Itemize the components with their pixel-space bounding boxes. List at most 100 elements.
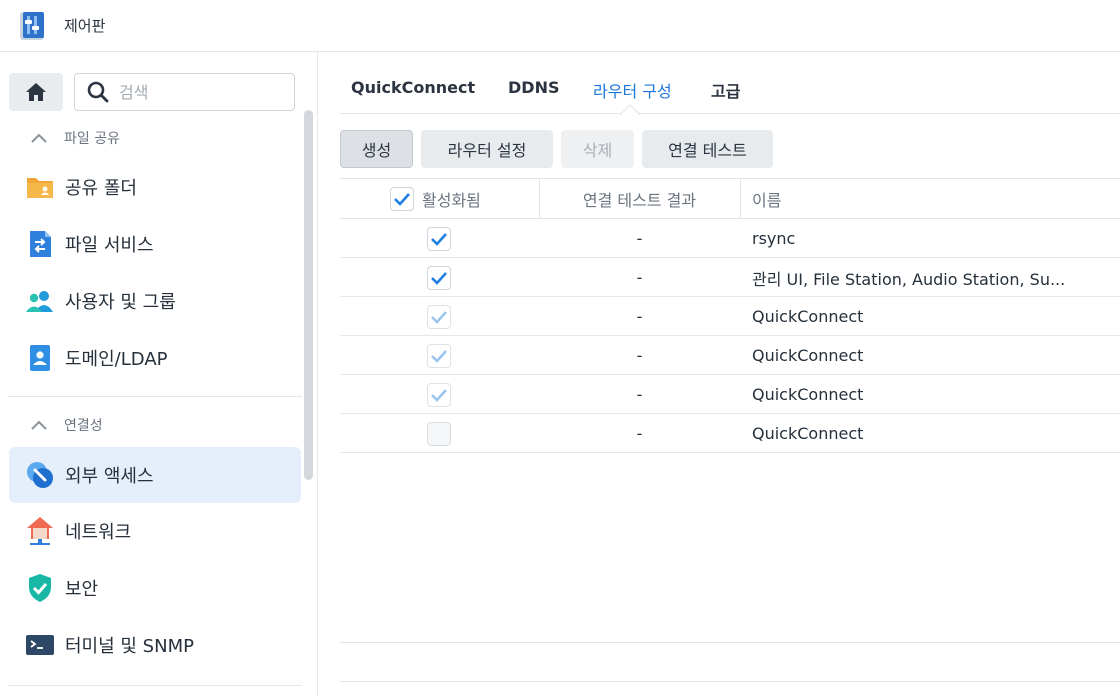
table-footer-divider	[340, 681, 1120, 682]
sidebar-item-security[interactable]: 보안	[9, 560, 301, 616]
table-row[interactable]: - QuickConnect	[340, 297, 1120, 336]
search-icon	[87, 81, 109, 103]
sidebar-item-label: 보안	[65, 579, 99, 600]
group-header-connectivity[interactable]: 연결성	[28, 415, 103, 435]
checkmark-icon	[431, 349, 447, 363]
sidebar-divider	[8, 396, 302, 397]
delete-button[interactable]: 삭제	[561, 130, 634, 168]
header-enabled[interactable]: 활성화됨	[390, 179, 481, 218]
home-icon	[26, 83, 46, 101]
security-shield-icon	[25, 573, 55, 603]
select-all-checkbox[interactable]	[390, 186, 414, 211]
checkmark-icon	[394, 192, 410, 206]
title-bar: 제어판	[0, 0, 1120, 52]
enabled-cell	[427, 297, 451, 336]
sidebar-item-domain-ldap[interactable]: 도메인/LDAP	[9, 330, 301, 386]
search-input[interactable]	[119, 82, 279, 102]
tab-quickconnect[interactable]: QuickConnect	[351, 78, 475, 97]
tab-router-config[interactable]: 라우터 구성	[593, 78, 672, 102]
rule-name: 관리 UI, File Station, Audio Station, Su..…	[752, 269, 1066, 289]
name-cell: QuickConnect	[752, 297, 1112, 336]
rule-name: rsync	[752, 229, 796, 248]
test-result-cell: -	[636, 346, 643, 365]
enabled-checkbox[interactable]	[427, 265, 451, 290]
network-icon	[25, 516, 55, 546]
rule-name: QuickConnect	[752, 307, 864, 326]
active-tab-caret	[620, 104, 640, 115]
group-header-file-sharing[interactable]: 파일 공유	[28, 128, 120, 148]
enabled-cell	[427, 414, 451, 453]
sidebar-scrollbar[interactable]	[304, 110, 313, 480]
table-row[interactable]: - 관리 UI, File Station, Audio Station, Su.…	[340, 258, 1120, 297]
sidebar-item-label: 파일 서비스	[65, 235, 154, 256]
enabled-cell	[427, 375, 451, 414]
group-label: 연결성	[64, 418, 103, 434]
table-row[interactable]: - QuickConnect	[340, 414, 1120, 453]
test-result-cell: -	[636, 385, 643, 404]
checkmark-icon	[431, 388, 447, 402]
sidebar-item-label: 외부 액세스	[65, 466, 154, 487]
rule-name: QuickConnect	[752, 424, 864, 443]
sidebar-item-network[interactable]: 네트워크	[9, 503, 301, 559]
header-label: 연결 테스트 결과	[582, 190, 697, 210]
enabled-cell	[427, 258, 451, 297]
enabled-checkbox[interactable]	[427, 304, 451, 329]
enabled-checkbox[interactable]	[427, 382, 451, 407]
sidebar-item-label: 네트워크	[65, 522, 132, 543]
tab-advanced[interactable]: 고급	[711, 78, 740, 102]
sidebar-item-external-access[interactable]: 외부 액세스	[9, 447, 301, 503]
enabled-cell	[427, 219, 451, 258]
table-row[interactable]: - QuickConnect	[340, 375, 1120, 414]
shared-folder-icon	[25, 172, 55, 202]
table-row[interactable]: - QuickConnect	[340, 336, 1120, 375]
test-result-cell: -	[636, 424, 643, 443]
home-button[interactable]	[9, 73, 63, 111]
external-access-icon	[25, 460, 55, 490]
user-group-icon	[25, 286, 55, 316]
rule-name: QuickConnect	[752, 346, 864, 365]
enabled-checkbox[interactable]	[427, 343, 451, 368]
test-connection-button[interactable]: 연결 테스트	[642, 130, 773, 168]
domain-ldap-icon	[25, 343, 55, 373]
app-title: 제어판	[64, 17, 106, 35]
test-result-cell: -	[636, 268, 643, 287]
table-footer-divider	[340, 642, 1120, 643]
chevron-up-icon	[31, 420, 47, 430]
router-setup-button[interactable]: 라우터 설정	[421, 130, 553, 168]
header-label: 활성화됨	[422, 190, 481, 210]
column-separator[interactable]	[740, 179, 741, 218]
file-services-icon	[25, 229, 55, 259]
sidebar-divider	[8, 685, 302, 686]
test-result-cell: -	[636, 307, 643, 326]
tab-bar: QuickConnect DDNS 라우터 구성 고급	[340, 52, 1120, 115]
sidebar-item-label: 도메인/LDAP	[65, 349, 168, 370]
header-name[interactable]: 이름	[752, 179, 781, 218]
enabled-cell	[427, 336, 451, 375]
search-box[interactable]	[74, 73, 295, 111]
create-button[interactable]: 생성	[340, 130, 413, 168]
table-row[interactable]: - rsync	[340, 219, 1120, 258]
name-cell: QuickConnect	[752, 336, 1112, 375]
group-label: 파일 공유	[64, 131, 120, 147]
sidebar-item-terminal-snmp[interactable]: 터미널 및 SNMP	[9, 617, 301, 673]
chevron-up-icon	[31, 133, 47, 143]
enabled-checkbox[interactable]	[427, 421, 451, 446]
tab-ddns[interactable]: DDNS	[508, 78, 559, 97]
checkmark-icon	[431, 232, 447, 246]
sidebar-item-user-group[interactable]: 사용자 및 그룹	[9, 273, 301, 329]
terminal-icon	[25, 630, 55, 660]
rule-name: QuickConnect	[752, 385, 864, 404]
table-header: 활성화됨 연결 테스트 결과 이름	[340, 178, 1120, 219]
sidebar-item-shared-folder[interactable]: 공유 폴더	[9, 159, 301, 215]
name-cell: 관리 UI, File Station, Audio Station, Su..…	[752, 258, 1112, 297]
name-cell: rsync	[752, 219, 1112, 258]
sidebar: 파일 공유 공유 폴더 파일 서비스	[0, 52, 318, 696]
sidebar-item-label: 터미널 및 SNMP	[65, 636, 194, 657]
header-label: 이름	[752, 190, 782, 210]
checkmark-icon	[431, 310, 447, 324]
test-result-cell: -	[636, 229, 643, 248]
header-test-result[interactable]: 연결 테스트 결과	[539, 179, 740, 218]
main-panel: QuickConnect DDNS 라우터 구성 고급 생성 라우터 설정 삭제…	[319, 52, 1120, 696]
enabled-checkbox[interactable]	[427, 226, 451, 251]
sidebar-item-file-services[interactable]: 파일 서비스	[9, 216, 301, 272]
